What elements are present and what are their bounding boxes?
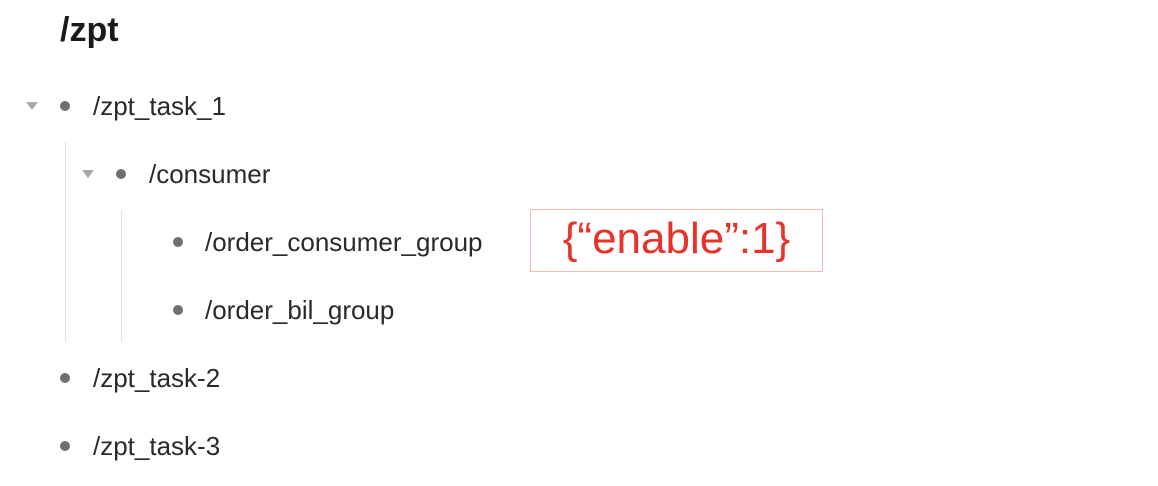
tree-item-label: /zpt_task-2 xyxy=(93,363,221,393)
tree-item-zpt-task-3[interactable]: /zpt_task-3 xyxy=(93,426,220,466)
page-title: /zpt xyxy=(60,11,119,49)
tree-item-label: /zpt_task_1 xyxy=(93,91,226,121)
node-data-annotation: {“enable”:1} xyxy=(530,209,823,272)
tree-item-label: /order_consumer_group xyxy=(205,227,483,257)
tree-item-order-consumer-group[interactable]: /order_consumer_group xyxy=(205,222,483,262)
tree-item-label: /order_bil_group xyxy=(205,295,395,325)
tree-item-order-bil-group[interactable]: /order_bil_group xyxy=(205,290,394,330)
bullet-icon[interactable] xyxy=(60,441,70,451)
tree-item-label: /consumer xyxy=(149,159,271,189)
tree-item-zpt-task-2[interactable]: /zpt_task-2 xyxy=(93,358,220,398)
tree-guide-line xyxy=(65,142,66,342)
collapse-toggle-icon[interactable] xyxy=(26,102,38,110)
bullet-icon[interactable] xyxy=(116,169,126,179)
tree-item-consumer[interactable]: /consumer xyxy=(149,154,270,194)
bullet-icon[interactable] xyxy=(173,305,183,315)
bullet-icon[interactable] xyxy=(60,373,70,383)
collapse-toggle-icon[interactable] xyxy=(82,170,94,178)
tree-item-zpt-task-1[interactable]: /zpt_task_1 xyxy=(93,86,226,126)
bullet-icon[interactable] xyxy=(173,237,183,247)
tree-item-label: /zpt_task-3 xyxy=(93,431,221,461)
bullet-icon[interactable] xyxy=(60,101,70,111)
tree-guide-line xyxy=(121,210,122,342)
